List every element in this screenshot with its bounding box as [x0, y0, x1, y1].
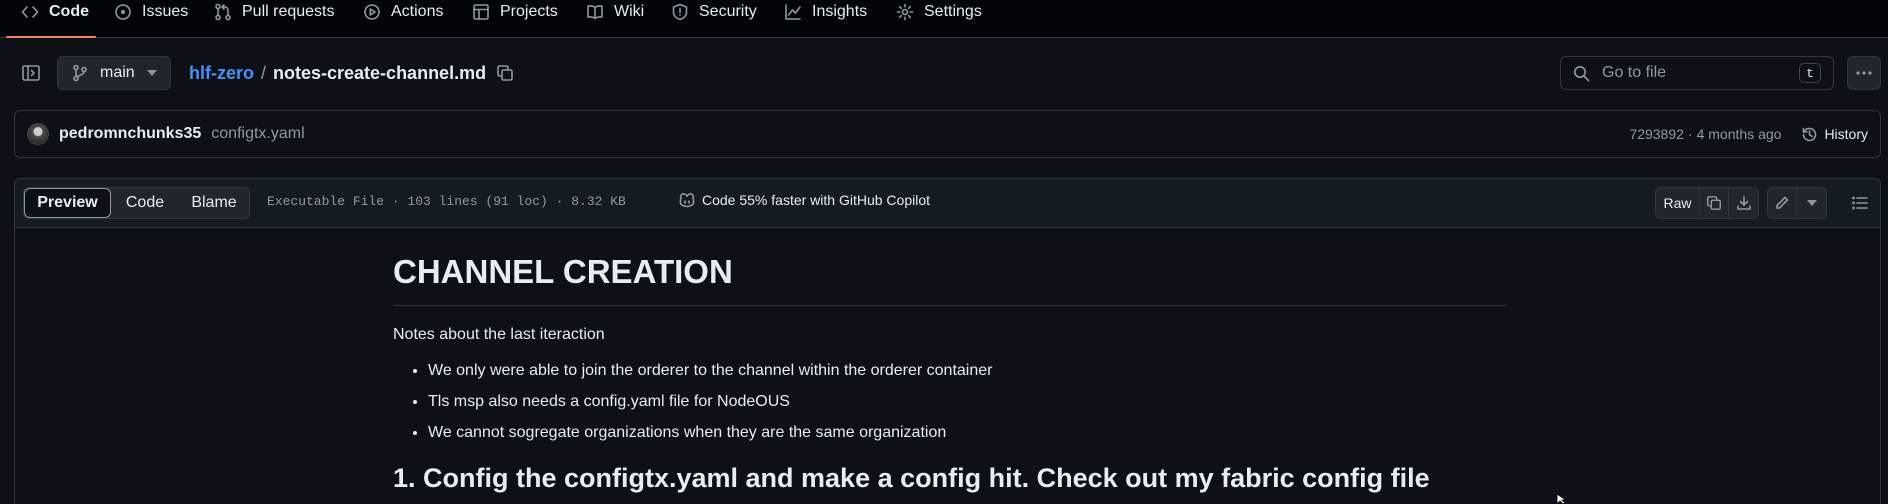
copilot-promo-link[interactable]: Code 55% faster with GitHub Copilot — [678, 192, 930, 208]
commit-meta-dot: · — [1687, 126, 1693, 142]
tab-insights[interactable]: Insights — [784, 0, 867, 24]
code-icon — [21, 3, 39, 21]
tab-actions-label: Actions — [391, 3, 444, 20]
keyboard-shortcut-badge: t — [1799, 63, 1821, 83]
raw-copy-download-group: Raw — [1655, 187, 1759, 219]
tab-preview[interactable]: Preview — [24, 188, 111, 218]
copy-icon — [496, 64, 514, 82]
history-button[interactable]: History — [1801, 126, 1868, 143]
download-icon — [1736, 195, 1752, 211]
chevron-down-icon — [1806, 200, 1817, 206]
shield-icon — [671, 3, 689, 21]
download-button[interactable] — [1729, 188, 1758, 218]
branch-name: main — [100, 64, 135, 81]
pull-request-icon — [214, 3, 232, 21]
active-tab-indicator — [6, 36, 96, 38]
search-icon — [1573, 65, 1590, 82]
tab-blame[interactable]: Blame — [179, 188, 249, 218]
table-icon — [472, 3, 490, 21]
markdown-body: CHANNEL CREATION Notes about the last it… — [393, 253, 1507, 494]
file-viewer: Preview Code Blame Executable File · 103… — [14, 178, 1881, 504]
kebab-horizontal-icon — [1856, 71, 1872, 75]
list-item: Tls msp also needs a config.yaml file fo… — [428, 392, 1507, 412]
tab-issues[interactable]: Issues — [114, 0, 188, 24]
list-unordered-icon — [1852, 196, 1868, 210]
copilot-icon — [678, 192, 696, 208]
gear-icon — [896, 3, 914, 21]
mouse-pointer-icon — [1556, 494, 1568, 504]
tab-code-label: Code — [49, 3, 89, 20]
markdown-bullet-list: We only were able to join the orderer to… — [393, 361, 1507, 443]
tab-security[interactable]: Security — [671, 0, 757, 24]
commit-time: 4 months ago — [1696, 126, 1782, 142]
pencil-icon — [1774, 195, 1790, 211]
outline-button[interactable] — [1843, 187, 1877, 219]
tab-code-view[interactable]: Code — [111, 188, 179, 218]
markdown-title: CHANNEL CREATION — [393, 253, 1507, 306]
branch-selector-button[interactable]: main — [57, 56, 171, 90]
more-options-button[interactable] — [1847, 56, 1881, 90]
latest-commit-bar: pedromnchunks35 configtx.yaml 7293892 · … — [14, 110, 1881, 158]
history-label: History — [1824, 126, 1868, 142]
tab-insights-label: Insights — [812, 3, 868, 20]
tab-settings-label: Settings — [924, 3, 982, 20]
commit-author-link[interactable]: pedromnchunks35 — [59, 125, 201, 143]
file-info: Executable File · 103 lines (91 loc) · 8… — [267, 194, 626, 209]
tab-pull-requests-label: Pull requests — [242, 3, 335, 20]
list-item: We cannot sogregate organizations when t… — [428, 423, 1507, 443]
tab-issues-label: Issues — [142, 3, 189, 20]
tab-wiki-label: Wiki — [614, 3, 645, 20]
tab-pull-requests[interactable]: Pull requests — [214, 0, 335, 24]
git-branch-icon — [72, 64, 88, 82]
graph-icon — [784, 3, 802, 21]
breadcrumb: hlf-zero / notes-create-channel.md — [189, 60, 514, 86]
tab-projects-label: Projects — [500, 3, 558, 20]
history-icon — [1801, 126, 1818, 143]
copilot-promo-text: Code 55% faster with GitHub Copilot — [702, 192, 930, 208]
edit-options-dropdown[interactable] — [1797, 188, 1826, 218]
copy-icon — [1706, 195, 1722, 211]
tab-projects[interactable]: Projects — [472, 0, 558, 24]
commit-message-link[interactable]: configtx.yaml — [211, 125, 304, 143]
breadcrumb-repo-link[interactable]: hlf-zero — [189, 63, 254, 84]
file-actions: Raw — [1655, 187, 1877, 219]
tab-security-label: Security — [699, 3, 757, 20]
avatar[interactable] — [27, 123, 49, 145]
play-icon — [363, 3, 381, 21]
tab-settings[interactable]: Settings — [896, 0, 982, 24]
copy-raw-button[interactable] — [1700, 188, 1729, 218]
raw-button[interactable]: Raw — [1656, 188, 1700, 218]
list-item: We only were able to join the orderer to… — [428, 361, 1507, 381]
markdown-section-heading: 1. Config the configtx.yaml and make a c… — [393, 463, 1430, 493]
sidebar-expand-icon — [21, 63, 41, 83]
view-mode-toggle: Preview Code Blame — [23, 187, 250, 219]
go-to-file-placeholder: Go to file — [1602, 64, 1667, 81]
copy-path-button[interactable] — [496, 64, 514, 82]
breadcrumb-file-name: notes-create-channel.md — [273, 62, 487, 83]
tab-code[interactable]: Code — [21, 0, 89, 24]
book-icon — [586, 3, 604, 21]
commit-sha-link[interactable]: 7293892 — [1629, 126, 1684, 142]
breadcrumb-separator: / — [261, 62, 267, 83]
tab-actions[interactable]: Actions — [363, 0, 443, 24]
file-header: Preview Code Blame Executable File · 103… — [15, 179, 1880, 228]
issue-icon — [114, 3, 132, 21]
tab-wiki[interactable]: Wiki — [586, 0, 644, 24]
edit-file-button[interactable] — [1768, 188, 1797, 218]
go-to-file-input[interactable]: Go to file t — [1560, 56, 1834, 90]
markdown-intro: Notes about the last iteraction — [393, 326, 605, 343]
edit-button-group — [1767, 187, 1827, 219]
chevron-down-icon — [146, 70, 157, 76]
sidebar-toggle-button[interactable] — [18, 60, 44, 86]
commit-meta: 7293892 · 4 months ago — [1629, 126, 1781, 142]
repo-nav: Code Issues Pull requests Actions Projec… — [0, 0, 1888, 38]
